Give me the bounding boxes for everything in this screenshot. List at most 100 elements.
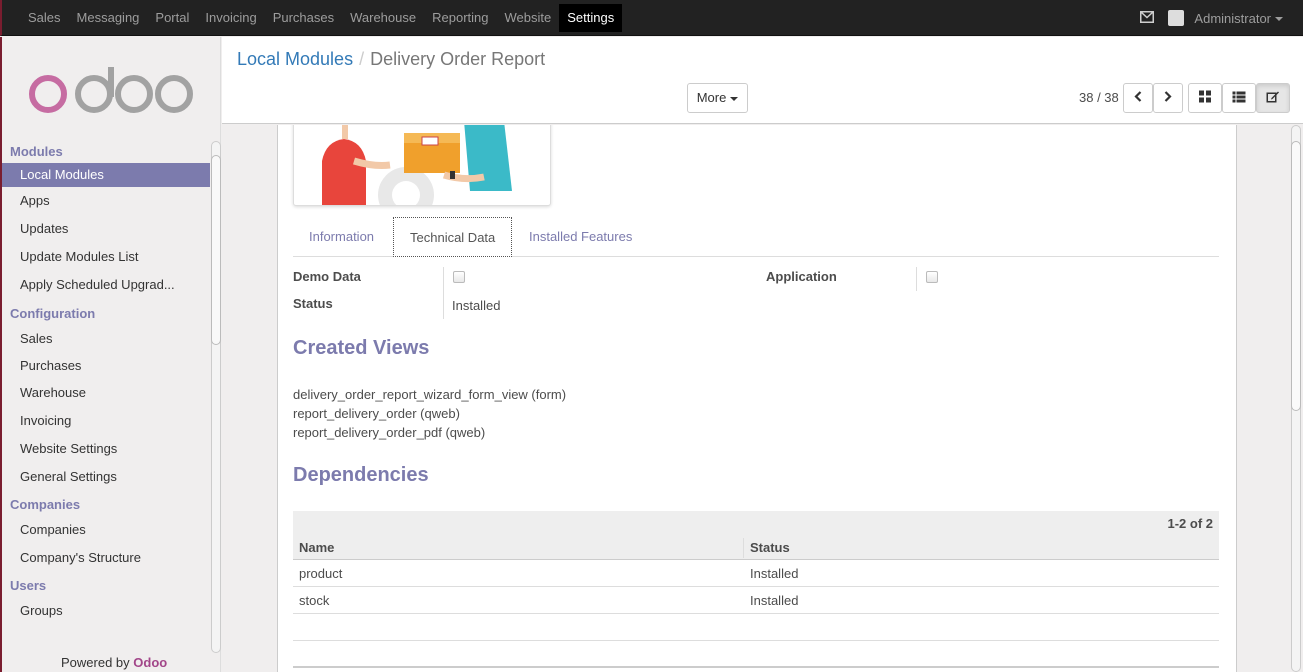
tab-information[interactable]: Information	[293, 217, 390, 257]
sidebar-scroll-thumb[interactable]	[211, 155, 221, 345]
sidebar-item-config-warehouse[interactable]: Warehouse	[2, 379, 210, 407]
pager-previous-button[interactable]	[1123, 83, 1153, 113]
sidebar-item-groups[interactable]: Groups	[2, 597, 210, 625]
menu-invoicing[interactable]: Invoicing	[197, 0, 264, 36]
demo-data-checkbox[interactable]	[453, 271, 465, 283]
pager-next-button[interactable]	[1153, 83, 1183, 113]
caret-down-icon	[1275, 17, 1283, 22]
chevron-right-icon	[1163, 91, 1173, 106]
breadcrumb-local-modules[interactable]: Local Modules	[237, 49, 353, 69]
dependencies-heading: Dependencies	[293, 464, 429, 486]
user-name: Administrator	[1194, 10, 1271, 26]
sidebar-item-config-invoicing[interactable]: Invoicing	[2, 407, 210, 435]
table-row[interactable]: product Installed	[293, 560, 1219, 587]
caret-down-icon	[730, 96, 739, 101]
powered-by-text: Powered by	[61, 655, 130, 670]
more-label: More	[696, 90, 727, 105]
menu-website[interactable]: Website	[496, 0, 559, 36]
sidebar: Modules Local Modules Apps Updates Updat…	[0, 37, 221, 672]
dependency-name: stock	[299, 593, 330, 608]
sidebar-item-update-modules-list[interactable]: Update Modules List	[2, 243, 210, 271]
sidebar-item-config-sales[interactable]: Sales	[2, 325, 210, 352]
content-scrollbar[interactable]	[1289, 125, 1303, 672]
user-menu[interactable]: Administrator	[1194, 11, 1283, 26]
breadcrumb-separator: /	[359, 49, 365, 69]
sidebar-item-apply-scheduled-upgrades[interactable]: Apply Scheduled Upgrad...	[2, 271, 210, 299]
table-row[interactable]: stock Installed	[293, 587, 1219, 614]
field-divider	[443, 267, 444, 319]
sidebar-item-general-settings[interactable]: General Settings	[2, 463, 210, 491]
dependency-status: Installed	[750, 593, 799, 608]
kanban-view-button[interactable]	[1188, 83, 1222, 113]
user-area: Administrator	[1140, 0, 1283, 36]
powered-by-brand[interactable]: Odoo	[133, 655, 167, 670]
menu-purchases[interactable]: Purchases	[265, 0, 342, 36]
dependencies-table: 1-2 of 2 Name Status product Installed s…	[293, 511, 1219, 668]
section-companies: Companies	[10, 497, 81, 512]
menu-settings[interactable]: Settings	[559, 4, 623, 32]
dependency-name: product	[299, 566, 343, 581]
odoo-logo[interactable]	[28, 67, 198, 120]
tab-technical-data[interactable]: Technical Data	[393, 217, 513, 257]
sidebar-item-config-purchases[interactable]: Purchases	[2, 352, 210, 379]
sidebar-item-local-modules[interactable]: Local Modules	[2, 163, 210, 187]
table-footer	[293, 641, 1219, 668]
sidebar-menu: Modules Local Modules Apps Updates Updat…	[2, 141, 210, 625]
tab-installed-features[interactable]: Installed Features	[513, 217, 648, 257]
menu-sales[interactable]: Sales	[20, 0, 69, 36]
created-views-heading: Created Views	[293, 337, 430, 359]
column-name[interactable]: Name	[299, 535, 334, 560]
breadcrumb: Local Modules / Delivery Order Report	[237, 49, 545, 70]
dependencies-pager: 1-2 of 2	[293, 511, 1219, 535]
sidebar-item-website-settings[interactable]: Website Settings	[2, 435, 210, 463]
dependencies-header: Name Status	[293, 535, 1219, 560]
sidebar-item-companies[interactable]: Companies	[2, 516, 210, 544]
table-empty-row	[293, 614, 1219, 641]
menu-warehouse[interactable]: Warehouse	[342, 0, 424, 36]
menu-reporting[interactable]: Reporting	[424, 0, 496, 36]
created-view-item: delivery_order_report_wizard_form_view (…	[293, 387, 567, 402]
dependency-status: Installed	[750, 566, 799, 581]
status-label: Status	[293, 296, 333, 311]
form-sheet: Information Technical Data Installed Fea…	[277, 125, 1237, 672]
created-view-item: report_delivery_order_pdf (qweb)	[293, 425, 486, 440]
section-users: Users	[10, 578, 47, 593]
notebook-tabs: Information Technical Data Installed Fea…	[293, 217, 1219, 257]
application-label: Application	[766, 269, 837, 284]
powered-by: Powered by Odoo	[61, 655, 167, 670]
section-modules: Modules	[10, 144, 63, 159]
sidebar-item-updates[interactable]: Updates	[2, 215, 210, 243]
list-view-icon	[1232, 91, 1246, 106]
column-status[interactable]: Status	[750, 535, 790, 560]
top-navbar: Sales Messaging Portal Invoicing Purchas…	[0, 0, 1303, 36]
demo-data-label: Demo Data	[293, 269, 361, 284]
control-panel: Local Modules / Delivery Order Report More…	[222, 37, 1303, 124]
pager-value: 38 / 38	[1079, 90, 1119, 105]
form-view-button[interactable]	[1256, 83, 1290, 113]
app-menu: Sales Messaging Portal Invoicing Purchas…	[20, 0, 623, 36]
chevron-left-icon	[1133, 91, 1143, 106]
created-view-item: report_delivery_order (qweb)	[293, 406, 460, 421]
sidebar-scrollbar[interactable]	[210, 141, 222, 653]
menu-messaging[interactable]: Messaging	[69, 0, 148, 36]
form-view-icon	[1266, 91, 1280, 106]
status-value: Installed	[452, 298, 501, 313]
column-divider	[743, 538, 744, 558]
section-configuration: Configuration	[10, 306, 96, 321]
more-button[interactable]: More	[687, 83, 748, 113]
content-scroll-thumb[interactable]	[1291, 141, 1301, 411]
sidebar-item-company-structure[interactable]: Company's Structure	[2, 544, 210, 572]
dependencies-count: 1-2 of 2	[1167, 516, 1213, 531]
envelope-icon[interactable]	[1140, 11, 1158, 25]
menu-portal[interactable]: Portal	[147, 0, 197, 36]
sidebar-item-apps[interactable]: Apps	[2, 187, 210, 215]
breadcrumb-current: Delivery Order Report	[370, 49, 546, 69]
application-checkbox[interactable]	[926, 271, 938, 283]
kanban-view-icon	[1199, 90, 1211, 106]
created-views-list: delivery_order_report_wizard_form_view (…	[293, 385, 566, 442]
avatar-icon[interactable]	[1168, 10, 1185, 26]
list-view-button[interactable]	[1222, 83, 1256, 113]
module-image	[293, 125, 551, 206]
field-divider-2	[916, 267, 917, 291]
form-content: Information Technical Data Installed Fea…	[222, 125, 1303, 672]
